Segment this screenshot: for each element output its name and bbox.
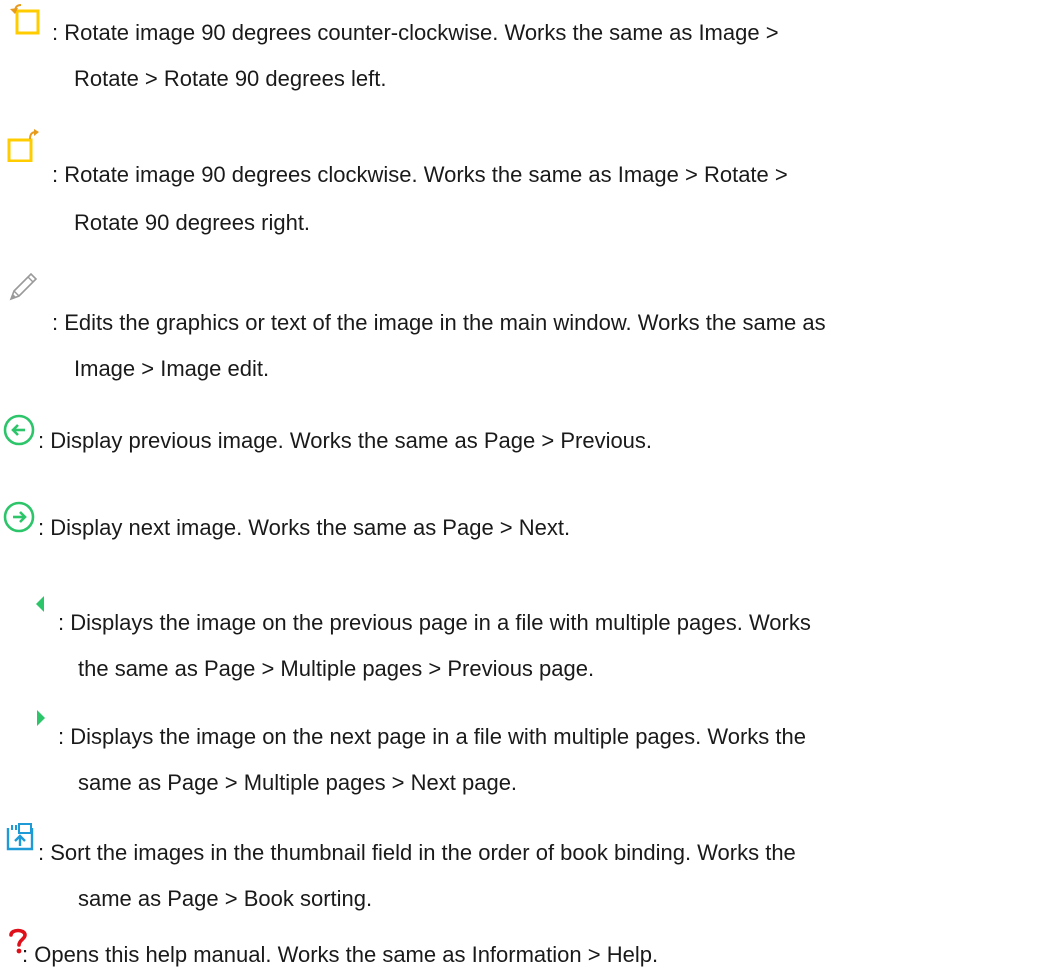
next-page-icon [34, 708, 48, 728]
entry-text-line1: : Display previous image. Works the same… [38, 428, 653, 453]
next-image-icon [2, 499, 38, 535]
previous-image-icon [2, 412, 38, 448]
entry-text-line2: the same as Page > Multiple pages > Prev… [78, 656, 595, 681]
rotate-right-icon [6, 128, 42, 162]
previous-page-icon [34, 594, 48, 614]
entry-text-line1: : Displays the image on the previous pag… [58, 610, 811, 635]
entry-text-line2: Rotate 90 degrees right. [74, 210, 311, 235]
entry-text-line1: : Opens this help manual. Works the same… [22, 942, 659, 967]
entry-text-line1: : Rotate image 90 degrees counter-clockw… [52, 20, 779, 45]
book-sorting-icon [4, 822, 36, 854]
entry-text-line1: : Displays the image on the next page in… [58, 724, 806, 749]
entry-text-line2: same as Page > Multiple pages > Next pag… [78, 770, 518, 795]
entry-text-line1: : Display next image. Works the same as … [38, 515, 571, 540]
entry-text-line1: : Rotate image 90 degrees clockwise. Wor… [52, 162, 788, 187]
entry-text-line2: same as Page > Book sorting. [78, 886, 373, 911]
entry-text-line2: Image > Image edit. [74, 356, 270, 381]
pencil-icon [6, 268, 42, 304]
entry-text-line1: : Edits the graphics or text of the imag… [52, 310, 826, 335]
rotate-left-icon [8, 2, 42, 36]
entry-text-line2: Rotate > Rotate 90 degrees left. [74, 66, 387, 91]
entry-text-line1: : Sort the images in the thumbnail field… [38, 840, 796, 865]
